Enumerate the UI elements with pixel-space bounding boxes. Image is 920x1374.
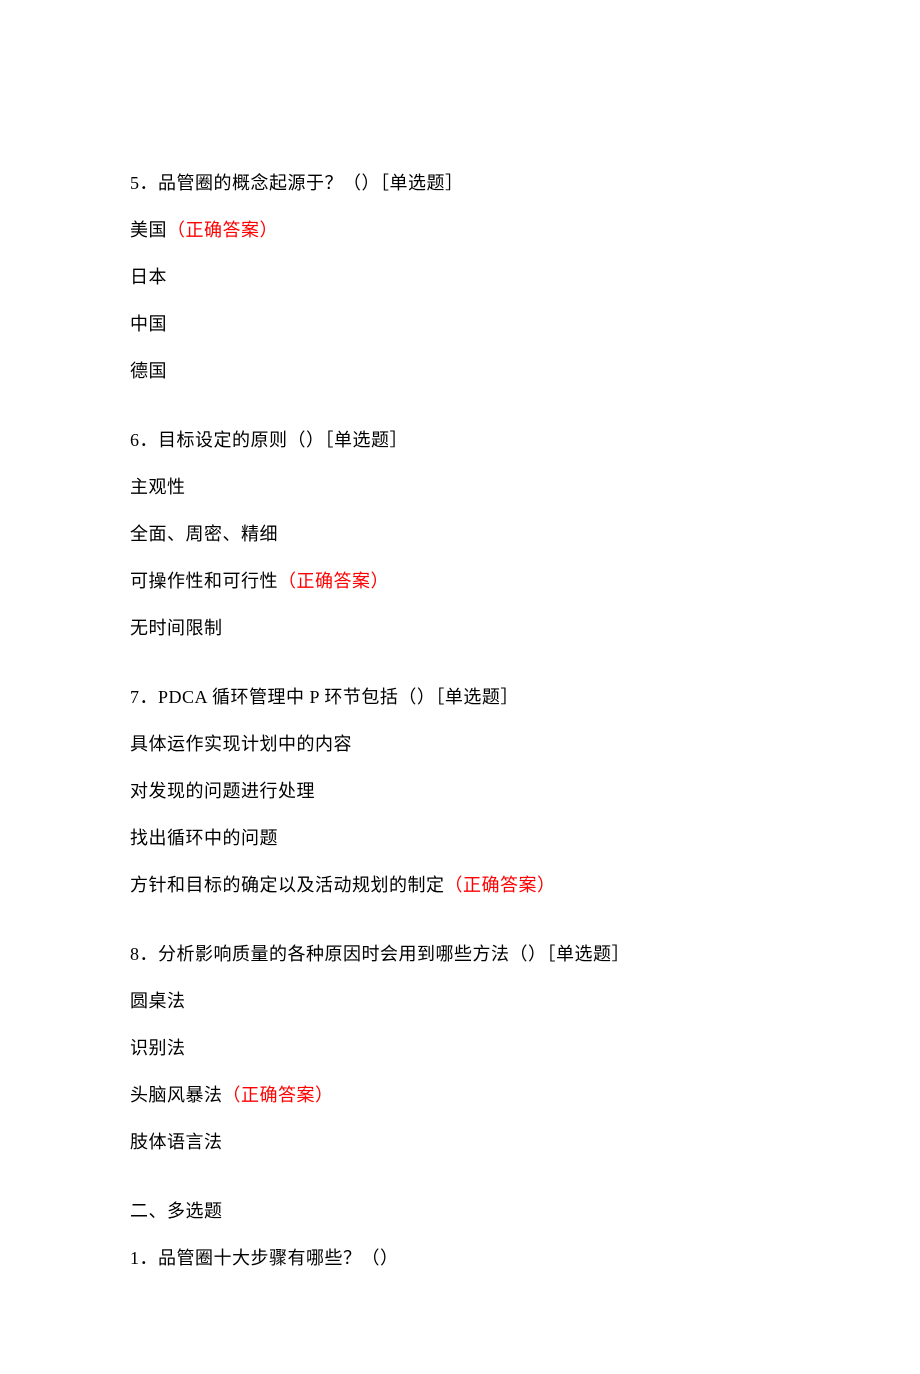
question-number: 6 [130,430,140,450]
option-text: 中国 [130,314,167,334]
option-text: 识别法 [130,1038,186,1058]
option: 找出循环中的问题 [130,825,790,852]
option: 可操作性和可行性（正确答案） [130,568,790,595]
question-block: 6．目标设定的原则（）［单选题］主观性全面、周密、精细可操作性和可行性（正确答案… [130,427,790,642]
option: 全面、周密、精细 [130,521,790,548]
question-title: 6．目标设定的原则（）［单选题］ [130,427,790,454]
option: 圆桌法 [130,988,790,1015]
option: 对发现的问题进行处理 [130,778,790,805]
option-text: 无时间限制 [130,618,223,638]
option: 日本 [130,264,790,291]
option-text: 美国 [130,220,167,240]
question-number: 8 [130,944,140,964]
question-block: 7．PDCA 循环管理中 P 环节包括（）［单选题］ 具体运作实现计划中的内容对发… [130,684,790,899]
option-text: 找出循环中的问题 [130,828,278,848]
option: 无时间限制 [130,615,790,642]
section-title: 二、多选题 [130,1198,790,1225]
option: 美国（正确答案） [130,217,790,244]
correct-answer-label: （正确答案） [223,1085,334,1105]
question-block: 8．分析影响质量的各种原因时会用到哪些方法（）［单选题］ 圆桌法识别法头脑风暴法（… [130,941,790,1156]
option: 识别法 [130,1035,790,1062]
question-text: ．PDCA 循环管理中 P 环节包括（）［单选题］ [140,687,519,707]
option-text: 圆桌法 [130,991,186,1011]
option-text: 日本 [130,267,167,287]
question-title: 1．品管圈十大步骤有哪些？（） [130,1245,790,1272]
option-text: 对发现的问题进行处理 [130,781,315,801]
correct-answer-label: （正确答案） [167,220,278,240]
option: 主观性 [130,474,790,501]
option-text: 德国 [130,361,167,381]
question-text: ．分析影响质量的各种原因时会用到哪些方法（）［单选题］ [140,944,631,964]
correct-answer-label: （正确答案） [278,571,389,591]
question-title: 8．分析影响质量的各种原因时会用到哪些方法（）［单选题］ [130,941,790,968]
option-text: 主观性 [130,477,186,497]
question-block: 5．品管圈的概念起源于？（）［单选题］ 美国（正确答案） 日本中国德国 [130,170,790,385]
option-text: 具体运作实现计划中的内容 [130,734,352,754]
question-number: 5 [130,173,140,193]
option: 具体运作实现计划中的内容 [130,731,790,758]
option: 中国 [130,311,790,338]
question-text: ．目标设定的原则（）［单选题］ [140,430,409,450]
option-text: 头脑风暴法 [130,1085,223,1105]
option-text: 可操作性和可行性 [130,571,278,591]
question-text: ．品管圈的概念起源于？（）［单选题］ [140,173,464,193]
option: 头脑风暴法（正确答案） [130,1082,790,1109]
question-number: 1 [130,1248,140,1268]
option: 德国 [130,358,790,385]
question-block: 1．品管圈十大步骤有哪些？（） [130,1245,790,1272]
option-text: 全面、周密、精细 [130,524,278,544]
option: 肢体语言法 [130,1129,790,1156]
question-number: 7 [130,687,140,707]
correct-answer-label: （正确答案） [445,875,556,895]
question-title: 7．PDCA 循环管理中 P 环节包括（）［单选题］ [130,684,790,711]
option: 方针和目标的确定以及活动规划的制定（正确答案） [130,872,790,899]
question-text: ．品管圈十大步骤有哪些？（） [140,1248,399,1268]
question-title: 5．品管圈的概念起源于？（）［单选题］ [130,170,790,197]
option-text: 肢体语言法 [130,1132,223,1152]
option-text: 方针和目标的确定以及活动规划的制定 [130,875,445,895]
